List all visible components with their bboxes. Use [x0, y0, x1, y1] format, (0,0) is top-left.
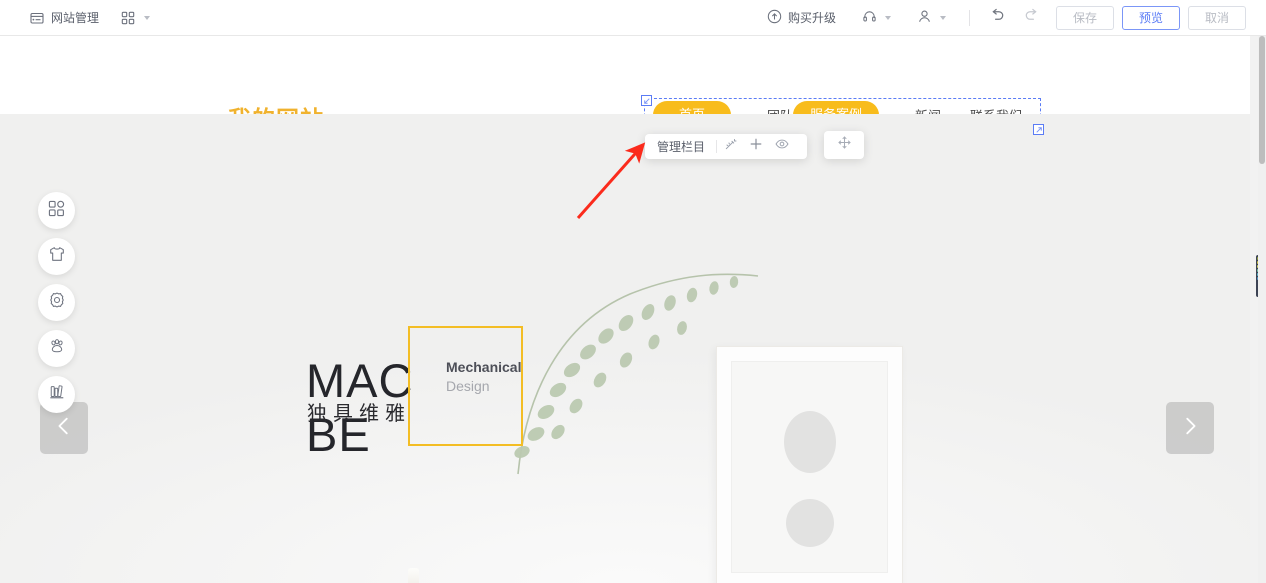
- chevron-right-icon: [1179, 415, 1201, 442]
- sidebar-item-theme[interactable]: [38, 238, 75, 275]
- apps-grid-icon: [48, 200, 65, 222]
- carousel-next-button[interactable]: [1166, 402, 1214, 454]
- topbar-right-group: 购买升级 保存 预览 取消: [754, 3, 1266, 33]
- sidebar-item-settings[interactable]: [38, 284, 75, 321]
- undo-button[interactable]: [980, 3, 1014, 33]
- books-library-icon: [48, 383, 66, 406]
- resize-handle-top-left[interactable]: [641, 95, 652, 106]
- save-button[interactable]: 保存: [1056, 5, 1114, 30]
- chevron-left-icon: [53, 415, 75, 442]
- sidebar-item-library[interactable]: [38, 376, 75, 413]
- canvas-scrollbar-track[interactable]: [1258, 36, 1266, 583]
- visibility-toggle-button[interactable]: [769, 134, 795, 159]
- magic-wand-icon: [724, 138, 737, 156]
- magic-wand-button[interactable]: [717, 134, 743, 159]
- banner-english-line2: Design: [446, 378, 490, 394]
- picture-frame: [716, 346, 903, 583]
- toolbar-divider: [969, 9, 970, 26]
- add-column-button[interactable]: [743, 134, 769, 159]
- banner-subtitle-cn: 独具维雅: [307, 403, 411, 425]
- canvas-scrollbar-thumb[interactable]: [1259, 36, 1265, 164]
- site-manage-icon: [30, 11, 44, 25]
- editor-side-toolbar[interactable]: [38, 192, 75, 413]
- element-toolbar[interactable]: 管理栏目: [645, 134, 808, 159]
- resize-handle-bottom-right[interactable]: [1033, 124, 1044, 135]
- hero-banner[interactable]: MACBE 独具维雅 Mechanical Design: [0, 114, 1250, 583]
- upgrade-cloud-icon: [767, 9, 782, 27]
- chevron-down-icon: [144, 15, 151, 20]
- eye-icon: [775, 137, 789, 156]
- topbar-left-group: 网站管理: [0, 9, 151, 26]
- site-manage-label: 网站管理: [51, 11, 100, 25]
- site-header-band: [0, 36, 1250, 114]
- move-drag-handle[interactable]: [824, 131, 864, 159]
- redo-icon: [1023, 7, 1040, 29]
- site-manage-button[interactable]: 网站管理: [30, 9, 99, 26]
- app-topbar: 网站管理 购买升级 保存 预览 取消: [0, 0, 1266, 36]
- sidebar-item-modules[interactable]: [38, 192, 75, 229]
- apps-grid-icon: [121, 11, 135, 25]
- chevron-down-icon: [940, 15, 946, 20]
- chevron-down-icon: [885, 15, 891, 20]
- buy-upgrade-label: 购买升级: [787, 11, 836, 25]
- banner-photo-scene: [280, 114, 980, 583]
- headset-icon: [862, 9, 877, 27]
- paw-icon: [48, 337, 66, 360]
- user-account-button[interactable]: [904, 9, 959, 27]
- user-icon: [917, 9, 932, 27]
- manage-columns-button[interactable]: 管理栏目: [657, 138, 716, 155]
- redo-button[interactable]: [1014, 3, 1048, 33]
- cancel-button[interactable]: 取消: [1188, 5, 1246, 30]
- tshirt-theme-icon: [48, 245, 66, 268]
- apps-grid-button[interactable]: [121, 11, 151, 25]
- buy-upgrade-button[interactable]: 购买升级: [754, 9, 849, 27]
- gear-settings-icon: [48, 291, 66, 314]
- frame-dot-upper: [783, 411, 836, 473]
- candle: [408, 568, 419, 583]
- move-handle-icon: [837, 135, 852, 155]
- editor-canvas[interactable]: 我的网站 首页 团队 服务案例 新闻 联系我们 管理栏目: [0, 36, 1250, 583]
- sidebar-item-paw[interactable]: [38, 330, 75, 367]
- banner-english-line1: Mechanical: [446, 359, 522, 375]
- preview-button[interactable]: 预览: [1122, 5, 1180, 30]
- plus-icon: [749, 137, 763, 156]
- support-headset-button[interactable]: [849, 9, 904, 27]
- frame-dot-lower: [785, 499, 834, 547]
- undo-icon: [989, 7, 1006, 29]
